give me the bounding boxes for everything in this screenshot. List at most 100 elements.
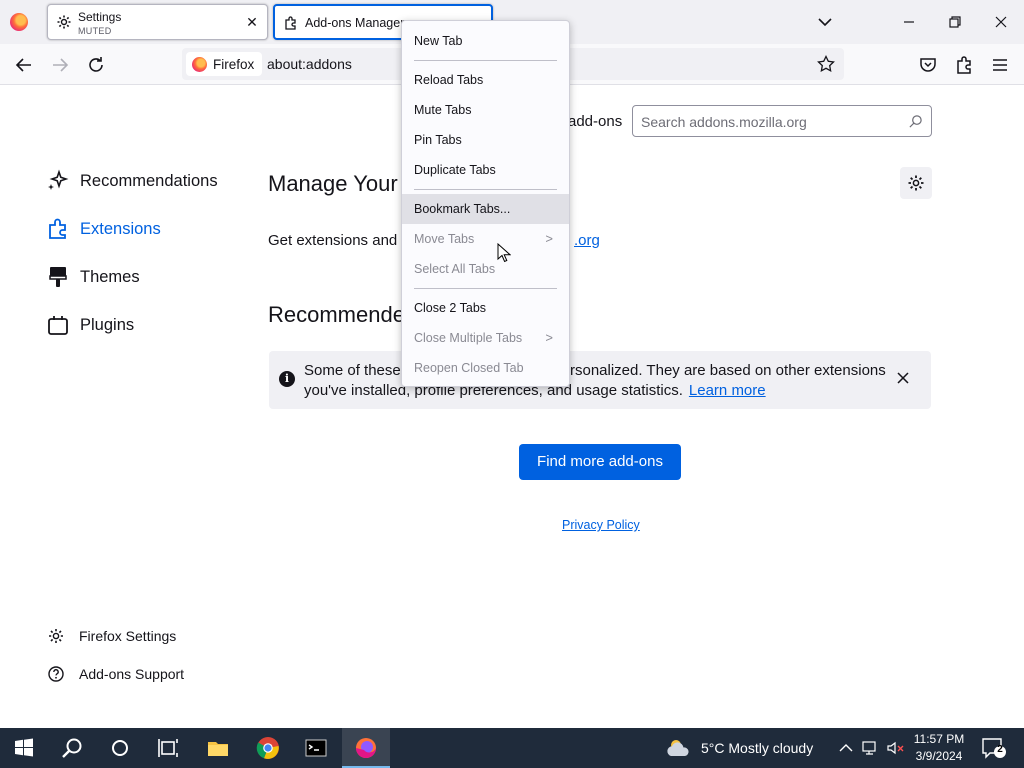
menu-item-bookmark-tabs[interactable]: Bookmark Tabs...	[402, 194, 569, 224]
menu-item-move-tabs[interactable]: Move Tabs >	[402, 224, 569, 254]
reload-icon[interactable]	[84, 53, 108, 77]
menu-item-close-multiple-tabs[interactable]: Close Multiple Tabs >	[402, 323, 569, 353]
puzzle-icon	[49, 218, 66, 239]
task-view-icon	[158, 739, 178, 757]
puzzle-icon	[285, 16, 296, 30]
recommended-heading: Recommended	[268, 302, 418, 327]
firefox-icon	[192, 56, 207, 72]
sidebar-item-extensions[interactable]: Extensions	[46, 217, 161, 241]
tab-title: Settings	[78, 10, 122, 24]
menu-item-duplicate-tabs[interactable]: Duplicate Tabs	[402, 155, 569, 185]
close-icon[interactable]	[897, 372, 909, 384]
sidebar-item-label: Plugins	[80, 315, 135, 334]
amo-link[interactable]: .org	[574, 232, 600, 249]
task-view-button[interactable]	[144, 728, 192, 768]
search-input[interactable]	[641, 112, 891, 132]
sidebar-footer-label: Firefox Settings	[79, 628, 177, 644]
menu-item-close-tabs[interactable]: Close 2 Tabs	[402, 293, 569, 323]
taskbar: 5°C Mostly cloudy 11:57 PM 3/9/2024 2	[0, 728, 1024, 768]
gear-icon	[49, 629, 63, 643]
sparkle-icon	[48, 169, 69, 190]
menu-separator	[414, 288, 557, 289]
find-more-addons-button[interactable]: Find more add-ons	[519, 444, 681, 480]
url-text[interactable]: about:addons	[267, 56, 352, 72]
volume-muted-icon[interactable]	[886, 740, 906, 756]
get-extensions-text: Get extensions and t	[268, 232, 406, 249]
cloud-sun-icon	[667, 740, 689, 756]
folder-icon	[208, 742, 228, 756]
plugin-icon	[48, 316, 68, 335]
menu-item-pin-tabs[interactable]: Pin Tabs	[402, 125, 569, 155]
identity-label: Firefox	[213, 56, 255, 72]
network-icon[interactable]	[862, 740, 880, 756]
identity-box[interactable]: Firefox	[186, 52, 263, 76]
start-button[interactable]	[0, 728, 48, 768]
file-explorer-button[interactable]	[194, 728, 242, 768]
cortana-icon	[112, 740, 128, 756]
clock-date: 3/9/2024	[915, 749, 963, 763]
minimize-icon[interactable]	[895, 8, 923, 36]
clock-time: 11:57 PM	[913, 732, 965, 746]
bookmark-star-icon[interactable]	[816, 54, 836, 74]
weather-text: 5°C Mostly cloudy	[701, 740, 814, 756]
windows-logo-icon	[15, 738, 33, 757]
tab-settings[interactable]: Settings MUTED ✕	[47, 4, 268, 40]
menu-separator	[414, 60, 557, 61]
info-icon: i	[279, 371, 295, 387]
chevron-up-icon[interactable]	[838, 740, 854, 756]
personalization-notice: i Some of these rsonalized. They are bas…	[269, 351, 931, 409]
notice-text: rsonalized. They are based on other exte…	[570, 362, 886, 379]
search-icon	[62, 738, 82, 758]
close-icon[interactable]: ✕	[245, 15, 259, 29]
help-icon	[48, 666, 64, 682]
close-window-icon[interactable]	[987, 8, 1015, 36]
sidebar-item-label: Recommendations	[80, 171, 218, 190]
menu-item-new-tab[interactable]: New Tab	[402, 26, 569, 56]
forward-icon[interactable]	[48, 53, 72, 77]
restore-icon[interactable]	[941, 8, 969, 36]
sidebar-addons-support[interactable]: Add-ons Support	[47, 665, 184, 683]
menu-item-label: Move Tabs	[414, 232, 475, 246]
action-center-button[interactable]: 2	[980, 736, 1008, 760]
sidebar-item-themes[interactable]: Themes	[46, 265, 140, 289]
pocket-icon[interactable]	[916, 53, 940, 77]
back-icon[interactable]	[12, 53, 36, 77]
gear-icon	[908, 175, 924, 191]
privacy-policy-link[interactable]: Privacy Policy	[562, 518, 640, 532]
system-clock[interactable]: 11:57 PM 3/9/2024	[910, 731, 968, 765]
chrome-icon	[256, 737, 279, 759]
gear-icon	[57, 15, 71, 29]
firefox-icon	[356, 738, 376, 758]
menu-item-mute-tabs[interactable]: Mute Tabs	[402, 95, 569, 125]
chevron-right-icon: >	[545, 330, 553, 345]
learn-more-link[interactable]: Learn more	[689, 382, 766, 399]
menu-item-reload-tabs[interactable]: Reload Tabs	[402, 65, 569, 95]
weather-widget[interactable]: 5°C Mostly cloudy	[665, 728, 813, 768]
page-title: Manage Your E	[268, 171, 419, 196]
terminal-icon	[305, 739, 327, 757]
chevron-right-icon: >	[545, 231, 553, 246]
menu-item-select-all-tabs[interactable]: Select All Tabs	[402, 254, 569, 284]
chevron-down-icon[interactable]	[814, 12, 836, 32]
tools-menu-button[interactable]	[900, 167, 932, 199]
taskbar-search[interactable]	[48, 728, 96, 768]
search-icon	[909, 115, 922, 128]
firefox-menu-icon[interactable]	[10, 13, 28, 31]
sidebar-item-label: Themes	[80, 267, 140, 286]
addons-search-field[interactable]	[632, 105, 932, 137]
sidebar-firefox-settings[interactable]: Firefox Settings	[47, 627, 176, 645]
extensions-icon[interactable]	[952, 53, 976, 77]
menu-item-reopen-closed-tab[interactable]: Reopen Closed Tab	[402, 353, 569, 383]
cortana-button[interactable]	[96, 728, 144, 768]
sidebar-item-plugins[interactable]: Plugins	[46, 313, 134, 337]
sidebar-item-recommendations[interactable]: Recommendations	[46, 169, 218, 193]
terminal-button[interactable]	[292, 728, 340, 768]
firefox-taskbar-button[interactable]	[342, 728, 390, 768]
hamburger-menu-icon[interactable]	[988, 53, 1012, 77]
find-more-addons-label: add-ons	[568, 113, 623, 130]
mouse-cursor-icon	[497, 243, 511, 263]
menu-item-label: Close Multiple Tabs	[414, 331, 523, 345]
sidebar-item-label: Extensions	[80, 219, 161, 238]
brush-icon	[49, 267, 67, 287]
chrome-button[interactable]	[244, 728, 292, 768]
